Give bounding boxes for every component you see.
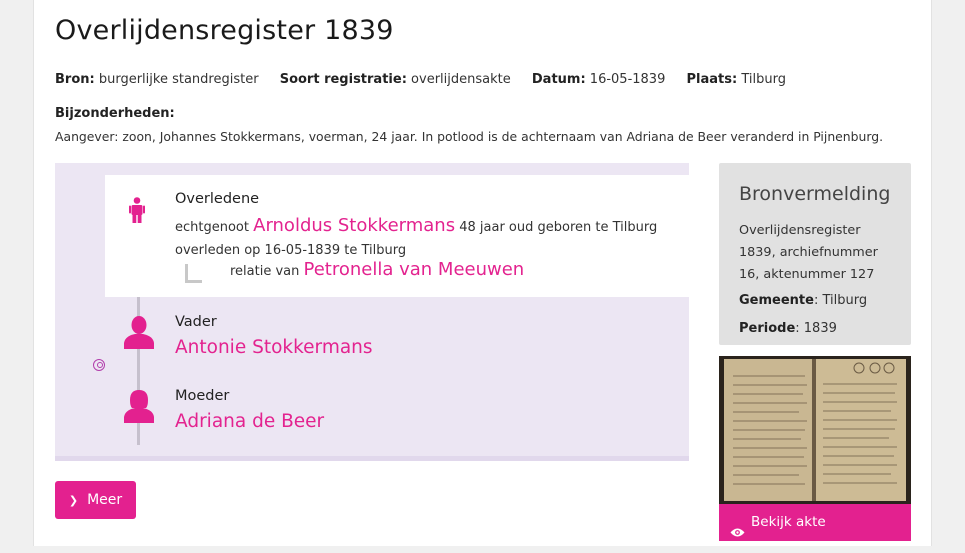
meta-bron-value: burgerlijke standregister — [98, 72, 259, 87]
female-silhouette-icon — [124, 389, 154, 427]
source-box: Bronvermelding Overlijdensregister 1839,… — [719, 163, 911, 345]
meta-plaats-label: Plaats: — [686, 72, 738, 87]
father-role: Vader — [175, 314, 217, 330]
deceased-line: echtgenoot Arnoldus Stokkermans 48 jaar … — [175, 215, 657, 236]
meta-datum-value: 16-05-1839 — [589, 72, 666, 87]
meta-soort-label: Soort registratie: — [279, 72, 407, 87]
mother-name-link[interactable]: Adriana de Beer — [175, 411, 324, 432]
source-periode-value: : 1839 — [795, 321, 837, 336]
deceased-prefix: echtgenoot — [175, 220, 249, 235]
mother-role: Moeder — [175, 388, 230, 404]
source-gemeente: Gemeente: Tilburg — [739, 293, 867, 308]
relation-line: relatie van Petronella van Meeuwen — [230, 259, 524, 280]
relation-name-link[interactable]: Petronella van Meeuwen — [304, 259, 525, 280]
source-gemeente-label: Gemeente — [739, 293, 814, 308]
more-button[interactable]: ❯ Meer — [55, 481, 136, 519]
meta-plaats: Plaats: Tilburg — [687, 72, 786, 87]
more-button-label: Meer — [87, 492, 123, 508]
relation-prefix: relatie van — [230, 264, 300, 279]
meta-datum: Datum: 16-05-1839 — [532, 72, 665, 87]
deceased-death: overleden op 16-05-1839 te Tilburg — [175, 243, 407, 258]
link-icon[interactable] — [93, 359, 105, 371]
persons-panel: Overledene echtgenoot Arnoldus Stokkerma… — [55, 163, 689, 461]
source-description: Overlijdensregister 1839, archiefnummer … — [739, 223, 878, 282]
panel-bottom-bar — [55, 456, 689, 461]
eye-icon — [730, 516, 745, 553]
source-periode: Periode: 1839 — [739, 321, 837, 336]
scan-thumbnail[interactable] — [719, 356, 911, 504]
details-label: Bijzonderheden: — [55, 106, 175, 121]
meta-datum-label: Datum: — [531, 72, 586, 87]
meta-plaats-value: Tilburg — [741, 72, 786, 87]
details-text: Aangever: zoon, Johannes Stokkermans, vo… — [55, 129, 884, 144]
person-icon — [129, 197, 145, 227]
relation-connector — [185, 264, 202, 283]
meta-soort-value: overlijdensakte — [411, 72, 511, 87]
meta-bron: Bron: burgerlijke standregister — [55, 72, 259, 87]
meta-soort: Soort registratie: overlijdensakte — [280, 72, 511, 87]
deceased-age: 48 jaar oud geboren te Tilburg — [459, 220, 658, 235]
source-title: Bronvermelding — [739, 183, 891, 205]
view-record-button[interactable]: Bekijk akte — [719, 504, 911, 541]
source-periode-label: Periode — [739, 321, 796, 336]
deceased-name-link[interactable]: Arnoldus Stokkermans — [253, 215, 455, 236]
male-silhouette-icon — [124, 315, 154, 353]
record-page: Overlijdensregister 1839 Bron: burgerlij… — [33, 0, 932, 546]
page-title: Overlijdensregister 1839 — [55, 15, 394, 46]
view-record-label: Bekijk akte — [751, 514, 826, 530]
chevron-right-icon: ❯ — [68, 494, 79, 507]
source-gemeente-value: : Tilburg — [813, 293, 868, 308]
deceased-card: Overledene echtgenoot Arnoldus Stokkerma… — [105, 175, 689, 297]
father-name-link[interactable]: Antonie Stokkermans — [175, 337, 373, 358]
record-meta: Bron: burgerlijke standregister Soort re… — [55, 72, 803, 87]
meta-bron-label: Bron: — [55, 72, 95, 87]
deceased-role: Overledene — [175, 191, 260, 207]
